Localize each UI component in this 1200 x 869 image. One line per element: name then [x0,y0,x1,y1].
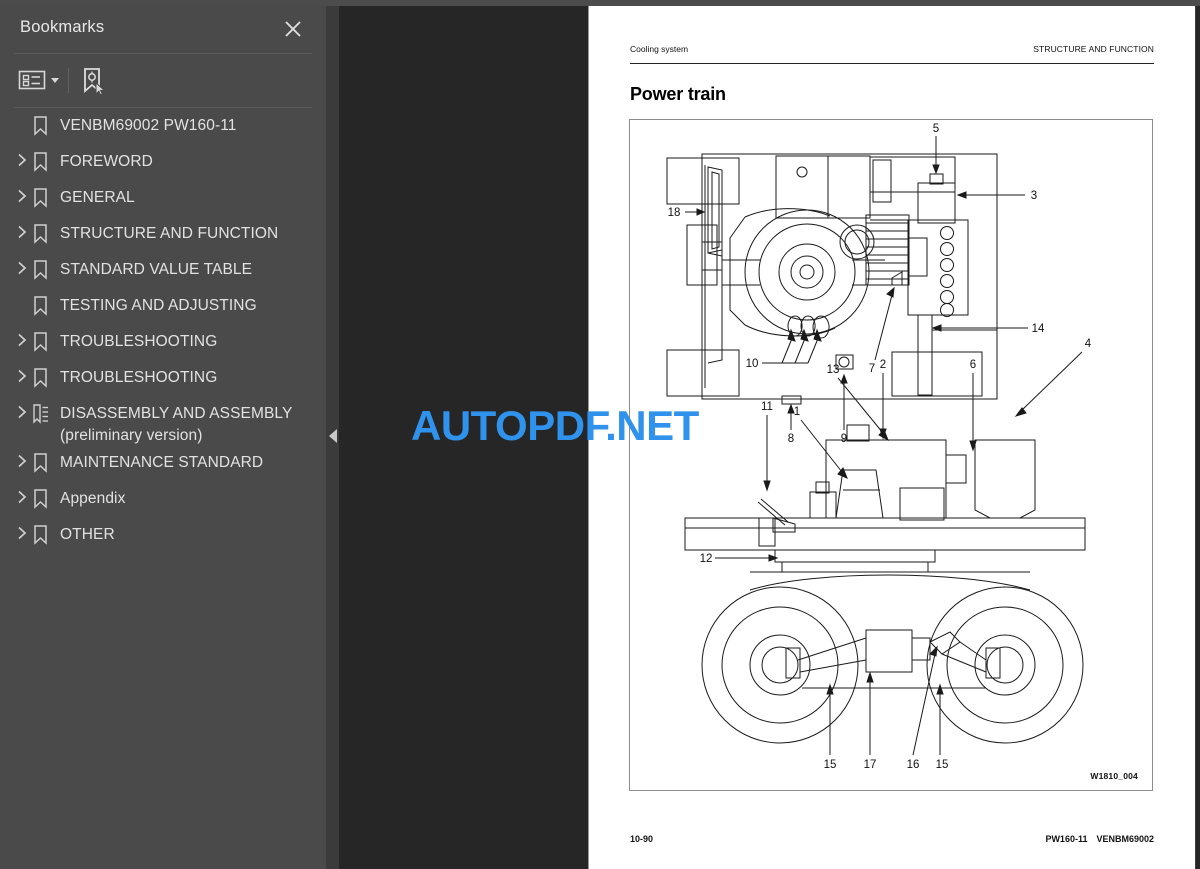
footer-code: VENBM69002 [1096,834,1154,844]
document-page: Cooling system STRUCTURE AND FUNCTION Po… [588,6,1196,869]
callout-10: 10 [746,358,759,370]
bookmark-item[interactable]: MAINTENANCE STANDARD [0,447,326,483]
page-number: 10-90 [630,834,654,844]
footer-right: PW160-11 VENBM69002 [1045,834,1154,844]
bookmark-item-label: VENBM69002 PW160-11 [60,117,237,134]
power-train-diagram: 18 5 3 14 10 7 8 9 11 1 13 2 6 4 12 15 1… [666,123,1092,771]
bookmark-item[interactable]: TROUBLESHOOTING [0,362,326,398]
sidebar-header: Bookmarks [0,6,326,53]
sidebar-collapse-handle[interactable] [326,6,339,869]
header-left-text: Cooling system [630,44,689,54]
chevron-spacer [12,290,32,297]
bookmark-icon [32,483,60,509]
bookmark-item[interactable]: FOREWORD [0,146,326,182]
bookmark-item[interactable]: OTHER [0,519,326,555]
bookmarks-sidebar: Bookmarks VENBM69002 PW160-11 FOREWORD G… [0,6,326,869]
callout-18: 18 [668,207,681,219]
callout-5: 5 [933,123,939,135]
panel-title: Bookmarks [20,18,105,36]
chevron-right-icon[interactable] [12,447,32,468]
pdf-viewer-area[interactable]: Cooling system STRUCTURE AND FUNCTION Po… [339,6,1200,869]
bookmark-item-label: STANDARD VALUE TABLE [60,261,253,278]
chevron-down-icon [51,77,59,83]
footer-model: PW160-11 [1045,834,1088,844]
toolbar-separator [68,68,69,93]
bookmark-item-label: MAINTENANCE STANDARD [60,454,264,471]
chevron-right-icon[interactable] [12,146,32,167]
bookmark-icon [32,519,60,545]
close-icon[interactable] [280,16,306,42]
chevron-right-icon[interactable] [12,326,32,347]
callout-12: 12 [700,553,713,565]
callout-3: 3 [1031,190,1037,202]
bookmark-icon [32,218,60,244]
structure-list-icon [32,398,60,424]
bookmark-item[interactable]: TROUBLESHOOTING [0,326,326,362]
callout-11: 11 [761,401,773,413]
bookmark-icon [32,146,60,172]
bookmark-item-label: GENERAL [60,189,135,206]
chevron-right-icon[interactable] [12,519,32,540]
bookmark-item-label: STRUCTURE AND FUNCTION [60,225,279,242]
divider [14,53,312,54]
callout-17: 17 [864,759,877,771]
collapse-left-icon [329,429,337,443]
bookmark-item[interactable]: GENERAL [0,182,326,218]
callout-15-right: 15 [936,759,949,771]
callout-16: 16 [907,759,920,771]
bookmark-item[interactable]: VENBM69002 PW160-11 [0,110,326,146]
chevron-right-icon[interactable] [12,362,32,383]
callout-13: 13 [827,364,840,376]
callout-4: 4 [1085,338,1092,350]
callout-7: 7 [869,363,875,375]
bookmark-item-label: TROUBLESHOOTING [60,369,218,386]
new-bookmark-icon[interactable] [78,66,108,96]
bookmarks-toolbar [0,60,326,106]
divider [14,107,312,108]
callout-6: 6 [970,359,976,371]
callout-1: 1 [794,406,800,418]
bookmark-item[interactable]: Appendix [0,483,326,519]
list-options-icon[interactable] [18,68,59,92]
callout-15-left: 15 [824,759,837,771]
bookmark-item-label: Appendix [60,490,126,507]
chevron-right-icon[interactable] [12,483,32,504]
page-title: Power train [630,84,726,104]
page-footer: 10-90 PW160-11 VENBM69002 [630,834,1154,844]
bookmark-tree: VENBM69002 PW160-11 FOREWORD GENERAL STR… [0,110,326,555]
chevron-right-icon[interactable] [12,182,32,203]
bookmark-icon [32,290,60,316]
bookmark-item-label: DISASSEMBLY AND ASSEMBLY (preliminary ve… [60,405,293,444]
figure-id-label: W1810_004 [1090,771,1138,781]
chevron-right-icon[interactable] [12,218,32,239]
bookmark-icon [32,326,60,352]
bookmark-item[interactable]: STANDARD VALUE TABLE [0,254,326,290]
bookmark-icon [32,182,60,208]
bookmark-icon [32,254,60,280]
chevron-right-icon[interactable] [12,254,32,275]
bookmark-item-label: TESTING AND ADJUSTING [60,297,257,314]
callout-2: 2 [880,359,886,371]
bookmark-item-label: TROUBLESHOOTING [60,333,218,350]
header-right-text: STRUCTURE AND FUNCTION [1033,44,1154,54]
bookmark-icon [32,110,60,136]
bookmark-item[interactable]: TESTING AND ADJUSTING [0,290,326,326]
chevron-spacer [12,110,32,117]
bookmark-item[interactable]: STRUCTURE AND FUNCTION [0,218,326,254]
header-rule [630,63,1154,65]
callout-8: 8 [788,433,794,445]
bookmark-item-label: OTHER [60,526,115,543]
bookmark-item-label: FOREWORD [60,153,153,170]
figure-frame: 18 5 3 14 10 7 8 9 11 1 13 2 6 4 12 15 1… [629,119,1153,791]
page-running-head: Cooling system STRUCTURE AND FUNCTION [630,44,1154,54]
bookmark-icon [32,362,60,388]
callout-9: 9 [841,433,847,445]
chevron-right-icon[interactable] [12,398,32,419]
bookmark-item[interactable]: DISASSEMBLY AND ASSEMBLY (preliminary ve… [0,398,326,447]
callout-14: 14 [1032,323,1045,335]
bookmark-icon [32,447,60,473]
